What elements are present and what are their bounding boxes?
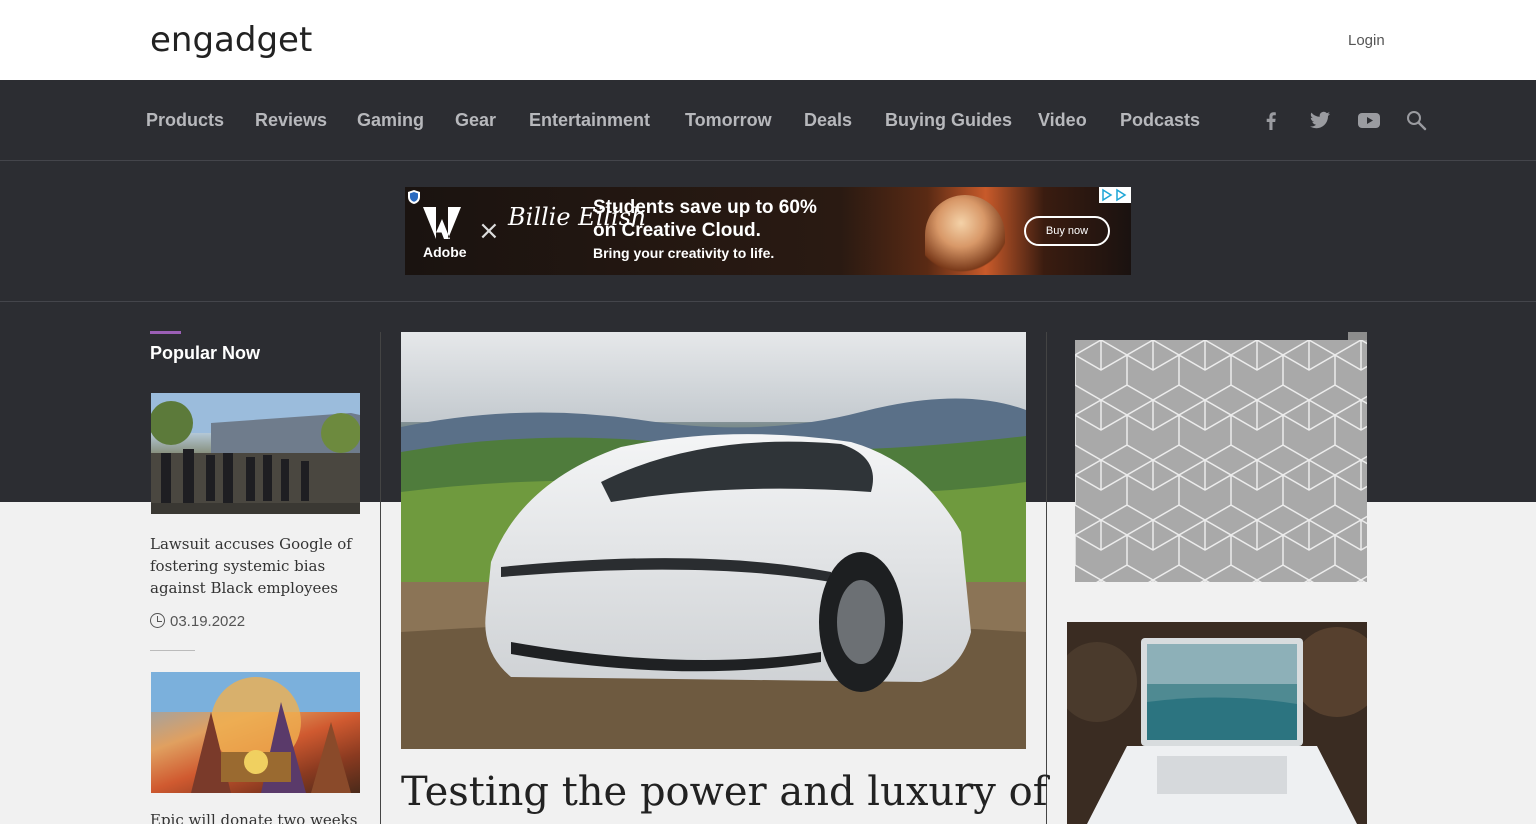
nav-item-gear[interactable]: Gear [455,110,496,131]
nav-item-podcasts[interactable]: Podcasts [1120,110,1200,131]
nav-item-entertainment[interactable]: Entertainment [529,110,650,131]
banner-ad[interactable]: Adobe × Billie Eilish Students save up t… [405,187,1131,275]
story-date-text: 03.19.2022 [170,613,246,630]
shield-icon [408,190,420,204]
nav-item-products[interactable]: Products [146,110,224,131]
adchoices-icon[interactable] [1099,187,1131,203]
popular-accent-bar [150,331,181,334]
login-link[interactable]: Login [1348,32,1385,49]
popular-now-heading: Popular Now [150,343,261,363]
story-title[interactable]: Lawsuit accuses Google of fostering syst… [150,533,365,599]
top-bar: engadget Login [0,0,1536,80]
nav-item-tomorrow[interactable]: Tomorrow [685,110,772,131]
ad-buy-now-button[interactable]: Buy now [1024,216,1110,246]
engadget-logo[interactable]: engadget [150,22,312,58]
story-thumbnail-fortnite[interactable] [151,672,360,793]
ad-subline: Bring your creativity to life. [593,245,775,261]
ad-headline: Students save up to 60% on Creative Clou… [593,197,817,241]
main-nav: Products Reviews Gaming Gear Entertainme… [0,80,1536,161]
youtube-icon[interactable] [1357,108,1381,132]
column-divider [1046,332,1047,824]
hero-image[interactable] [401,332,1026,749]
story-thumbnail-google[interactable] [151,393,360,514]
story-date: 03.19.2022 [150,613,245,630]
clock-icon [150,613,165,628]
search-icon[interactable] [1404,108,1428,132]
story-divider [150,650,195,651]
hero-headline[interactable]: Testing the power and luxury of [401,766,1048,818]
ad-portrait-image [925,195,1005,275]
column-divider [380,332,381,824]
twitter-icon[interactable] [1308,108,1332,132]
nav-item-reviews[interactable]: Reviews [255,110,327,131]
facebook-icon[interactable] [1259,108,1283,132]
banner-ad-band: Adobe × Billie Eilish Students save up t… [0,161,1536,302]
adobe-logo-icon [423,207,461,239]
nav-item-gaming[interactable]: Gaming [357,110,424,131]
side-ad[interactable] [1075,340,1367,582]
close-cross-icon: × [478,216,500,246]
nav-item-deals[interactable]: Deals [804,110,852,131]
nav-item-video[interactable]: Video [1038,110,1087,131]
nav-item-buying-guides[interactable]: Buying Guides [885,110,1012,131]
story-title[interactable]: Epic will donate two weeks of [150,809,365,824]
laptop-photo[interactable] [1067,622,1367,824]
ad-brand: Adobe [423,244,467,260]
